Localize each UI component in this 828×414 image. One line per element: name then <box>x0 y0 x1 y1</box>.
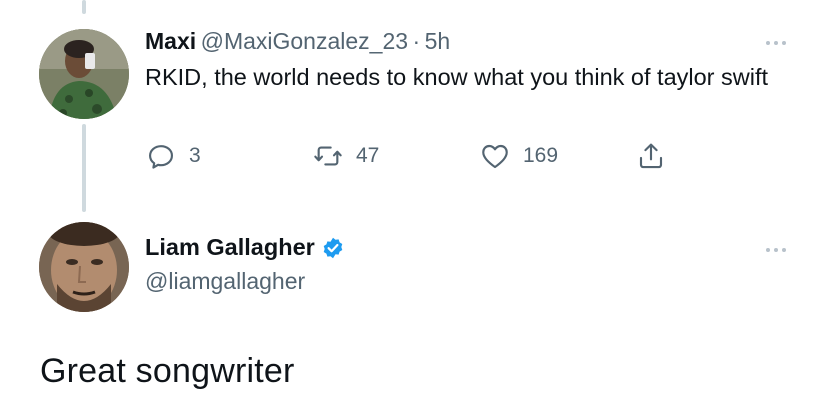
tweet-text: RKID, the world needs to know what you t… <box>145 64 769 90</box>
like-count: 169 <box>523 144 559 167</box>
retweet-count: 47 <box>356 144 380 167</box>
tweet-time[interactable]: 5h <box>425 28 451 54</box>
liam-avatar-image <box>39 222 129 312</box>
author-name[interactable]: Liam Gallagher <box>145 234 315 261</box>
reply-icon <box>149 145 173 169</box>
reply-count: 3 <box>189 144 201 167</box>
reply-button[interactable]: 3 <box>145 140 201 172</box>
thread-connector-top <box>82 0 86 14</box>
author-handle[interactable]: @MaxiGonzalez_23 <box>201 28 408 54</box>
thread-connector <box>82 124 86 212</box>
verified-badge-icon <box>323 237 343 258</box>
main-tweet-text: Great songwriter <box>40 352 295 390</box>
like-button[interactable]: 169 <box>479 140 558 172</box>
more-options-icon[interactable] <box>766 248 786 252</box>
maxi-avatar[interactable] <box>39 29 129 119</box>
retweet-button[interactable]: 47 <box>312 140 379 172</box>
author-handle[interactable]: @liamgallagher <box>145 268 305 295</box>
maxi-avatar-image <box>39 29 129 119</box>
more-options-icon[interactable] <box>766 41 786 45</box>
author-name-row: Liam Gallagher <box>145 234 345 261</box>
meta-separator: · <box>412 28 421 54</box>
tweet-header: Maxi @MaxiGonzalez_23 · 5h <box>145 28 450 55</box>
share-icon <box>639 143 663 169</box>
liam-avatar[interactable] <box>39 222 129 312</box>
share-button[interactable] <box>635 140 667 172</box>
retweet-icon <box>314 146 342 166</box>
author-name[interactable]: Maxi <box>145 28 196 54</box>
heart-icon <box>482 144 508 169</box>
